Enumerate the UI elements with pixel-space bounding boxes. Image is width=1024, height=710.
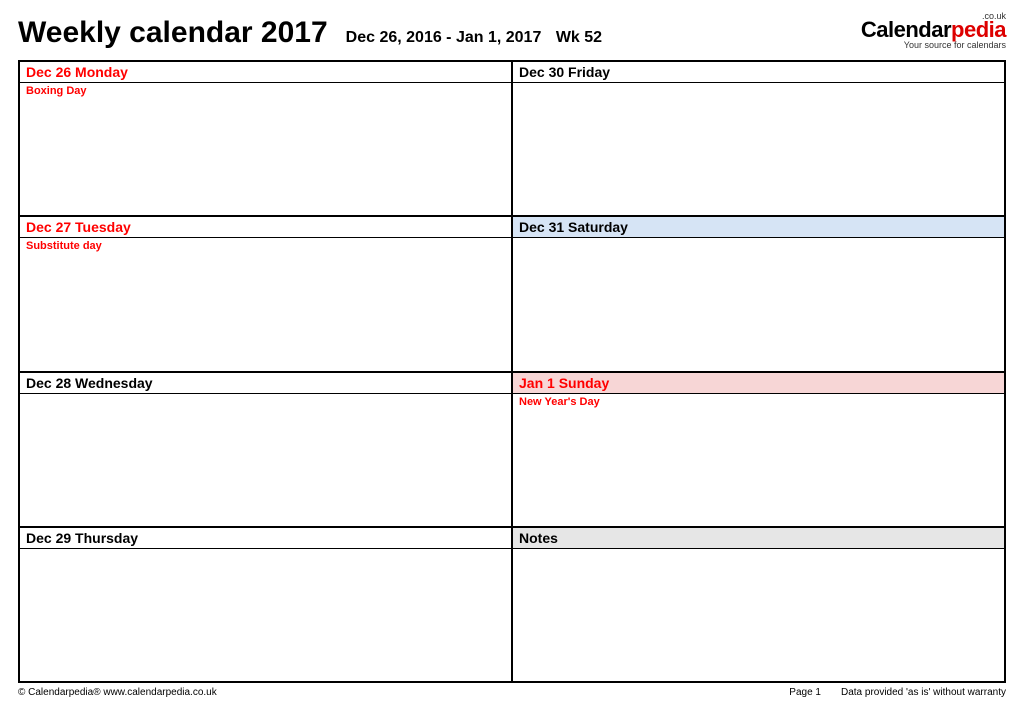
day-header: Dec 29 Thursday <box>20 528 511 549</box>
day-body <box>20 549 511 681</box>
footer-disclaimer: Data provided 'as is' without warranty <box>841 687 1006 698</box>
holiday-label: Substitute day <box>26 240 102 252</box>
date-range: Dec 26, 2016 - Jan 1, 2017 <box>346 29 542 46</box>
brand-logo: .co.uk Calendarpedia Your source for cal… <box>861 12 1006 50</box>
brand-tagline: Your source for calendars <box>861 41 1006 50</box>
day-body: New Year's Day <box>513 394 1004 526</box>
day-cell-wednesday: Dec 28 Wednesday <box>19 372 512 527</box>
holiday-label: New Year's Day <box>519 396 600 408</box>
day-header: Jan 1 Sunday <box>513 373 1004 394</box>
day-header: Dec 27 Tuesday <box>20 217 511 238</box>
footer-copyright: © Calendarpedia® www.calendarpedia.co.uk <box>18 687 217 698</box>
document-footer: © Calendarpedia® www.calendarpedia.co.uk… <box>18 683 1006 698</box>
day-cell-tuesday: Dec 27 Tuesday Substitute day <box>19 216 512 371</box>
header-left: Weekly calendar 2017 Dec 26, 2016 - Jan … <box>18 16 602 50</box>
week-number: Wk 52 <box>556 29 602 46</box>
day-cell-thursday: Dec 29 Thursday <box>19 527 512 682</box>
day-header: Dec 31 Saturday <box>513 217 1004 238</box>
brand-name-red: pedia <box>951 17 1006 42</box>
day-body <box>513 238 1004 370</box>
day-cell-saturday: Dec 31 Saturday <box>512 216 1005 371</box>
notes-body <box>513 549 1004 681</box>
page-title: Weekly calendar 2017 <box>18 16 328 50</box>
day-body <box>20 394 511 526</box>
day-header: Dec 30 Friday <box>513 62 1004 83</box>
holiday-label: Boxing Day <box>26 85 87 97</box>
day-cell-monday: Dec 26 Monday Boxing Day <box>19 61 512 216</box>
notes-cell: Notes <box>512 527 1005 682</box>
day-body: Boxing Day <box>20 83 511 215</box>
day-cell-sunday: Jan 1 Sunday New Year's Day <box>512 372 1005 527</box>
notes-header: Notes <box>513 528 1004 549</box>
day-body <box>513 83 1004 215</box>
brand-name-black: Calendar <box>861 17 951 42</box>
day-header: Dec 26 Monday <box>20 62 511 83</box>
document-header: Weekly calendar 2017 Dec 26, 2016 - Jan … <box>18 12 1006 60</box>
day-body: Substitute day <box>20 238 511 370</box>
calendar-grid: Dec 26 Monday Boxing Day Dec 30 Friday D… <box>18 60 1006 683</box>
day-cell-friday: Dec 30 Friday <box>512 61 1005 216</box>
footer-page: Page 1 <box>789 687 821 698</box>
day-header: Dec 28 Wednesday <box>20 373 511 394</box>
